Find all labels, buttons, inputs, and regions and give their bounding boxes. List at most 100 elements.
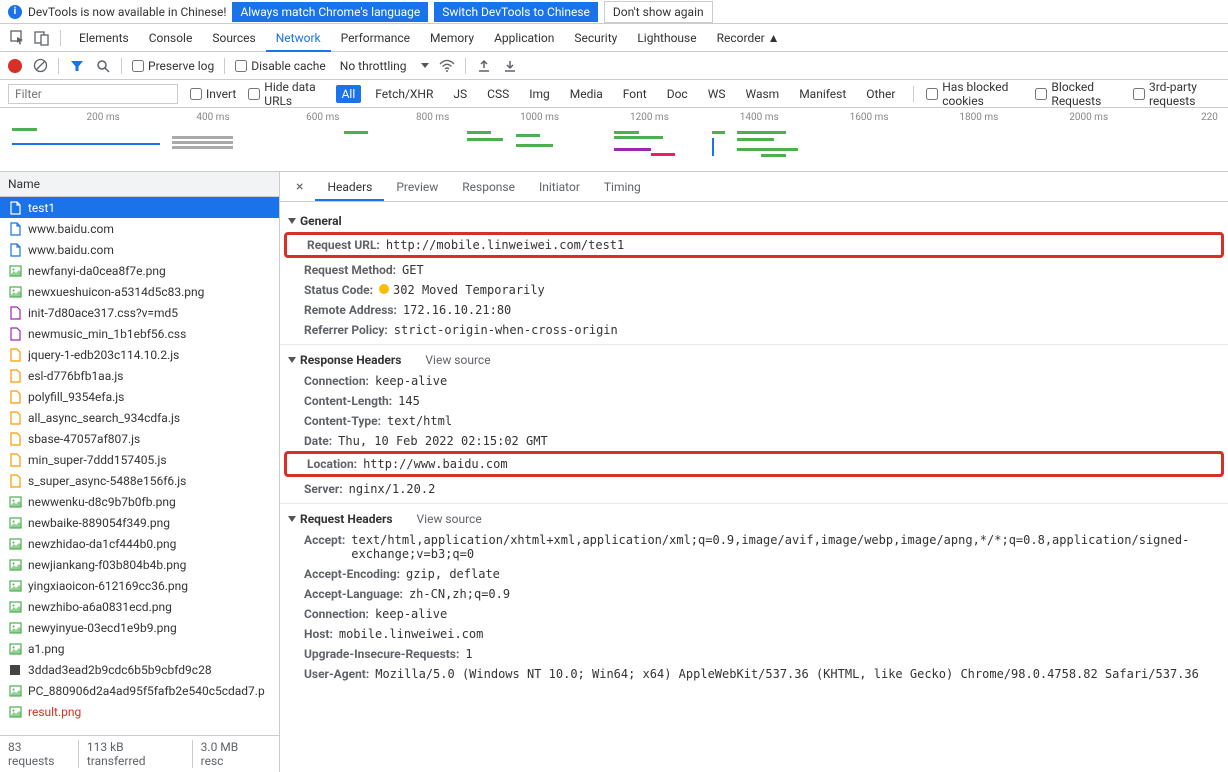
- preserve-log-checkbox[interactable]: Preserve log: [132, 59, 214, 73]
- request-row[interactable]: www.baidu.com: [0, 239, 279, 260]
- detail-tab-timing[interactable]: Timing: [592, 174, 653, 200]
- wifi-icon[interactable]: [439, 58, 455, 74]
- request-row[interactable]: newzhibo-a6a0831ecd.png: [0, 596, 279, 617]
- filter-chip-wasm[interactable]: Wasm: [739, 85, 785, 103]
- section-header[interactable]: Request HeadersView source: [280, 508, 1228, 530]
- request-row[interactable]: yingxiaoicon-612169cc36.png: [0, 575, 279, 596]
- banner-always-match-button[interactable]: Always match Chrome's language: [232, 2, 428, 22]
- filter-chip-font[interactable]: Font: [617, 85, 653, 103]
- detail-tab-initiator[interactable]: Initiator: [527, 174, 592, 200]
- request-row[interactable]: a1.png: [0, 638, 279, 659]
- header-value: http://www.baidu.com: [363, 457, 508, 471]
- request-row[interactable]: init-7d80ace317.css?v=md5: [0, 302, 279, 323]
- upload-icon[interactable]: [476, 58, 492, 74]
- request-row[interactable]: s_super_async-5488e156f6.js: [0, 470, 279, 491]
- request-row[interactable]: esl-d776bfb1aa.js: [0, 365, 279, 386]
- request-name: s_super_async-5488e156f6.js: [28, 474, 186, 488]
- inspect-element-icon[interactable]: [8, 28, 28, 48]
- third-party-checkbox[interactable]: 3rd-party requests: [1133, 80, 1220, 108]
- download-icon[interactable]: [502, 58, 518, 74]
- filter-input[interactable]: [8, 84, 178, 104]
- view-source-link[interactable]: View source: [425, 353, 490, 367]
- request-row[interactable]: jquery-1-edb203c114.10.2.js: [0, 344, 279, 365]
- filter-chip-all[interactable]: All: [336, 85, 362, 103]
- request-row[interactable]: min_super-7ddd157405.js: [0, 449, 279, 470]
- separator: [60, 30, 61, 46]
- header-row: Accept:text/html,application/xhtml+xml,a…: [280, 530, 1228, 564]
- main-tab-lighthouse[interactable]: Lighthouse: [627, 25, 706, 51]
- request-row[interactable]: newfanyi-da0cea8f7e.png: [0, 260, 279, 281]
- request-row[interactable]: all_async_search_934cdfa.js: [0, 407, 279, 428]
- disable-cache-checkbox[interactable]: Disable cache: [235, 59, 326, 73]
- filter-chip-js[interactable]: JS: [447, 85, 473, 103]
- timeline-overview[interactable]: 200 ms400 ms600 ms800 ms1000 ms1200 ms14…: [0, 108, 1228, 172]
- main-tab-console[interactable]: Console: [139, 25, 203, 51]
- main-tab-elements[interactable]: Elements: [69, 25, 139, 51]
- hide-data-urls-checkbox[interactable]: Hide data URLs: [248, 80, 323, 108]
- request-row[interactable]: PC_880906d2a4ad95f5fafb2e540c5cdad7.p: [0, 680, 279, 701]
- detail-tab-headers[interactable]: Headers: [315, 174, 384, 200]
- filter-chip-media[interactable]: Media: [564, 85, 609, 103]
- main-tab-security[interactable]: Security: [564, 25, 627, 51]
- main-tab-recorder[interactable]: Recorder ▲: [707, 25, 790, 51]
- request-row[interactable]: sbase-47057af807.js: [0, 428, 279, 449]
- filter-chip-css[interactable]: CSS: [481, 85, 515, 103]
- request-row[interactable]: newwenku-d8c9b7b0fb.png: [0, 491, 279, 512]
- request-row[interactable]: newbaike-889054f349.png: [0, 512, 279, 533]
- request-row[interactable]: newzhidao-da1cf444b0.png: [0, 533, 279, 554]
- blocked-cookies-checkbox[interactable]: Has blocked cookies: [926, 80, 1023, 108]
- request-row[interactable]: newjiankang-f03b804b4b.png: [0, 554, 279, 575]
- request-row[interactable]: 3ddad3ead2b9cdc6b5b9cbfd9c28: [0, 659, 279, 680]
- request-list[interactable]: test1www.baidu.comwww.baidu.comnewfanyi-…: [0, 197, 279, 735]
- js-file-icon: [8, 474, 22, 488]
- search-icon[interactable]: [95, 58, 111, 74]
- request-row[interactable]: result.png: [0, 701, 279, 722]
- main-tab-application[interactable]: Application: [484, 25, 564, 51]
- filter-chip-fetchxhr[interactable]: Fetch/XHR: [369, 85, 439, 103]
- throttling-select[interactable]: No throttling: [336, 57, 411, 75]
- request-row[interactable]: polyfill_9354efa.js: [0, 386, 279, 407]
- filter-chip-ws[interactable]: WS: [702, 85, 732, 103]
- doc-file-icon: [8, 201, 22, 215]
- request-row[interactable]: newmusic_min_1b1ebf56.css: [0, 323, 279, 344]
- request-name: test1: [28, 201, 55, 215]
- status-item: 3.0 MB resc: [201, 740, 271, 768]
- filter-chip-doc[interactable]: Doc: [661, 85, 694, 103]
- header-row: Host:mobile.linweiwei.com: [280, 624, 1228, 644]
- request-row[interactable]: newxueshuicon-a5314d5c83.png: [0, 281, 279, 302]
- main-tab-performance[interactable]: Performance: [331, 25, 420, 51]
- filter-chip-other[interactable]: Other: [860, 85, 901, 103]
- device-toolbar-icon[interactable]: [32, 28, 52, 48]
- close-icon[interactable]: ×: [288, 175, 311, 199]
- img-file-icon: [8, 600, 22, 614]
- filter-icon[interactable]: [69, 58, 85, 74]
- request-row[interactable]: test1: [0, 197, 279, 218]
- detail-tab-response[interactable]: Response: [450, 174, 527, 200]
- chevron-down-icon[interactable]: [421, 63, 429, 68]
- doc-file-icon: [8, 222, 22, 236]
- filter-chip-img[interactable]: Img: [523, 85, 556, 103]
- view-source-link[interactable]: View source: [417, 512, 482, 526]
- section-header[interactable]: General: [280, 210, 1228, 232]
- detail-tab-preview[interactable]: Preview: [384, 174, 450, 200]
- header-value: GET: [402, 263, 424, 277]
- header-value: 302 Moved Temporarily: [379, 283, 545, 297]
- record-icon[interactable]: [8, 59, 22, 73]
- banner-switch-button[interactable]: Switch DevTools to Chinese: [434, 2, 598, 22]
- request-name: 3ddad3ead2b9cdc6b5b9cbfd9c28: [28, 663, 212, 677]
- request-name: yingxiaoicon-612169cc36.png: [28, 579, 188, 593]
- main-tab-network[interactable]: Network: [266, 25, 331, 51]
- invert-checkbox[interactable]: Invert: [190, 87, 236, 101]
- clear-icon[interactable]: [32, 58, 48, 74]
- request-row[interactable]: www.baidu.com: [0, 218, 279, 239]
- blocked-requests-checkbox[interactable]: Blocked Requests: [1035, 80, 1121, 108]
- time-mark: 1000 ms: [449, 112, 559, 123]
- filter-chip-manifest[interactable]: Manifest: [793, 85, 852, 103]
- request-row[interactable]: newyinyue-03ecd1e9b9.png: [0, 617, 279, 638]
- banner-dismiss-button[interactable]: Don't show again: [604, 1, 713, 23]
- section-header[interactable]: Response HeadersView source: [280, 349, 1228, 371]
- name-column-header[interactable]: Name: [0, 172, 279, 197]
- main-tab-sources[interactable]: Sources: [202, 25, 265, 51]
- dark-file-icon: [8, 663, 22, 677]
- main-tab-memory[interactable]: Memory: [420, 25, 484, 51]
